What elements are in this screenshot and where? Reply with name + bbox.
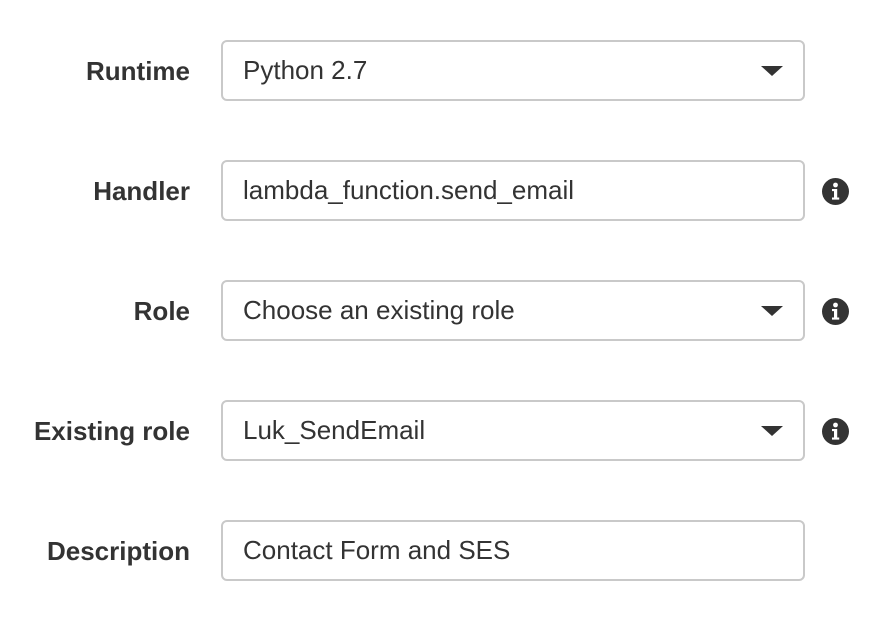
role-select-value: Choose an existing role <box>243 295 515 325</box>
existing-role-row: Existing role Luk_SendEmail <box>0 399 884 463</box>
handler-row: Handler lambda_function.send_email <box>0 159 884 223</box>
role-row: Role Choose an existing role <box>0 279 884 343</box>
existing-role-select[interactable]: Luk_SendEmail <box>221 400 805 461</box>
runtime-label: Runtime <box>86 56 190 86</box>
role-select[interactable]: Choose an existing role <box>221 280 805 341</box>
existing-role-select-value: Luk_SendEmail <box>243 415 426 445</box>
existing-role-label: Existing role <box>33 416 190 446</box>
handler-input-value: lambda_function.send_email <box>243 175 574 205</box>
description-row: Description Contact Form and SES <box>0 519 884 583</box>
description-input-value: Contact Form and SES <box>243 535 511 565</box>
handler-label: Handler <box>93 176 190 206</box>
info-circle-icon[interactable] <box>822 418 849 445</box>
info-circle-icon[interactable] <box>822 298 849 325</box>
handler-input[interactable]: lambda_function.send_email <box>221 160 805 221</box>
caret-down-icon <box>761 426 783 436</box>
caret-down-icon <box>761 66 783 76</box>
role-label: Role <box>133 296 190 326</box>
runtime-row: Runtime Python 2.7 <box>0 39 884 103</box>
description-label: Description <box>46 536 190 566</box>
description-input[interactable]: Contact Form and SES <box>221 520 805 581</box>
caret-down-icon <box>761 306 783 316</box>
info-circle-icon[interactable] <box>822 178 849 205</box>
runtime-select[interactable]: Python 2.7 <box>221 40 805 101</box>
runtime-select-value: Python 2.7 <box>243 55 368 85</box>
